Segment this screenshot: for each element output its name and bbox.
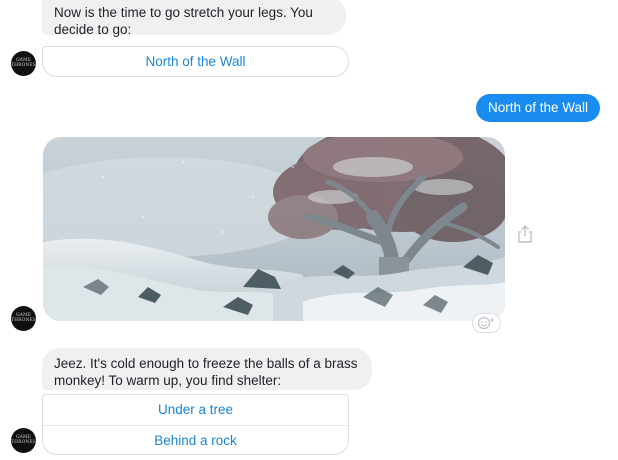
user-message-bubble: North of the Wall <box>475 94 600 122</box>
bot-message-bubble: Jeez. It's cold enough to freeze the bal… <box>42 348 372 390</box>
bot-avatar[interactable]: GAME THRONES <box>11 51 36 76</box>
quick-reply-card: Under a tree Behind a rock <box>42 394 349 455</box>
bot-avatar[interactable]: GAME THRONES <box>11 428 36 453</box>
quick-reply-card: North of the Wall <box>42 46 349 77</box>
bot-message-text: Jeez. It's cold enough to freeze the bal… <box>54 356 358 388</box>
option-button-behind-a-rock[interactable]: Behind a rock <box>43 425 348 456</box>
option-button-under-a-tree[interactable]: Under a tree <box>43 395 348 425</box>
avatar-logo-text: GAME THRONES <box>11 313 36 323</box>
bot-avatar[interactable]: GAME THRONES <box>11 306 36 331</box>
bot-message-bubble: Now is the time to go stretch your legs.… <box>42 0 346 37</box>
user-message-text: North of the Wall <box>487 100 588 115</box>
add-reaction-icon[interactable] <box>472 313 501 333</box>
share-icon[interactable] <box>513 222 537 246</box>
avatar-logo-text: GAME THRONES <box>11 58 36 68</box>
bot-message-text: Now is the time to go stretch your legs.… <box>54 5 313 37</box>
bot-image-attachment[interactable] <box>43 137 505 321</box>
avatar-logo-text: GAME THRONES <box>11 435 36 445</box>
option-button-north-of-the-wall[interactable]: North of the Wall <box>43 47 348 77</box>
snowy-tree-image <box>43 137 505 321</box>
